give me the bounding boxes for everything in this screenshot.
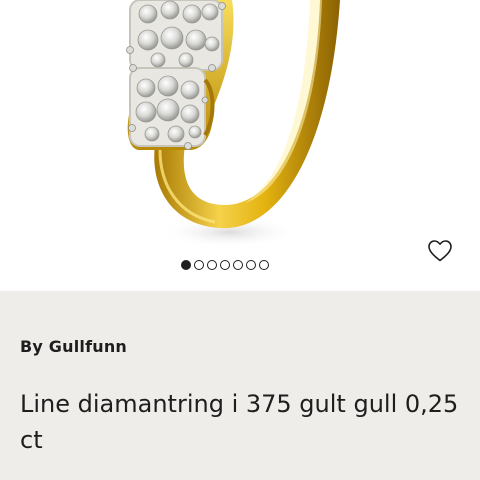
pagination-dot[interactable]	[259, 260, 269, 270]
pagination-dot[interactable]	[233, 260, 243, 270]
wishlist-button[interactable]	[424, 235, 456, 267]
heart-outline-icon	[428, 240, 452, 262]
pagination-dot[interactable]	[181, 260, 191, 270]
pagination-dot[interactable]	[246, 260, 256, 270]
pagination-dot[interactable]	[194, 260, 204, 270]
product-image-gallery[interactable]	[0, 0, 480, 291]
brand-name[interactable]: By Gullfunn	[20, 337, 127, 356]
image-pagination	[181, 258, 269, 272]
ring-image	[126, 0, 340, 248]
pagination-dot[interactable]	[220, 260, 230, 270]
pagination-dot[interactable]	[207, 260, 217, 270]
product-title: Line diamantring i 375 gult gull 0,25 ct	[20, 390, 459, 454]
